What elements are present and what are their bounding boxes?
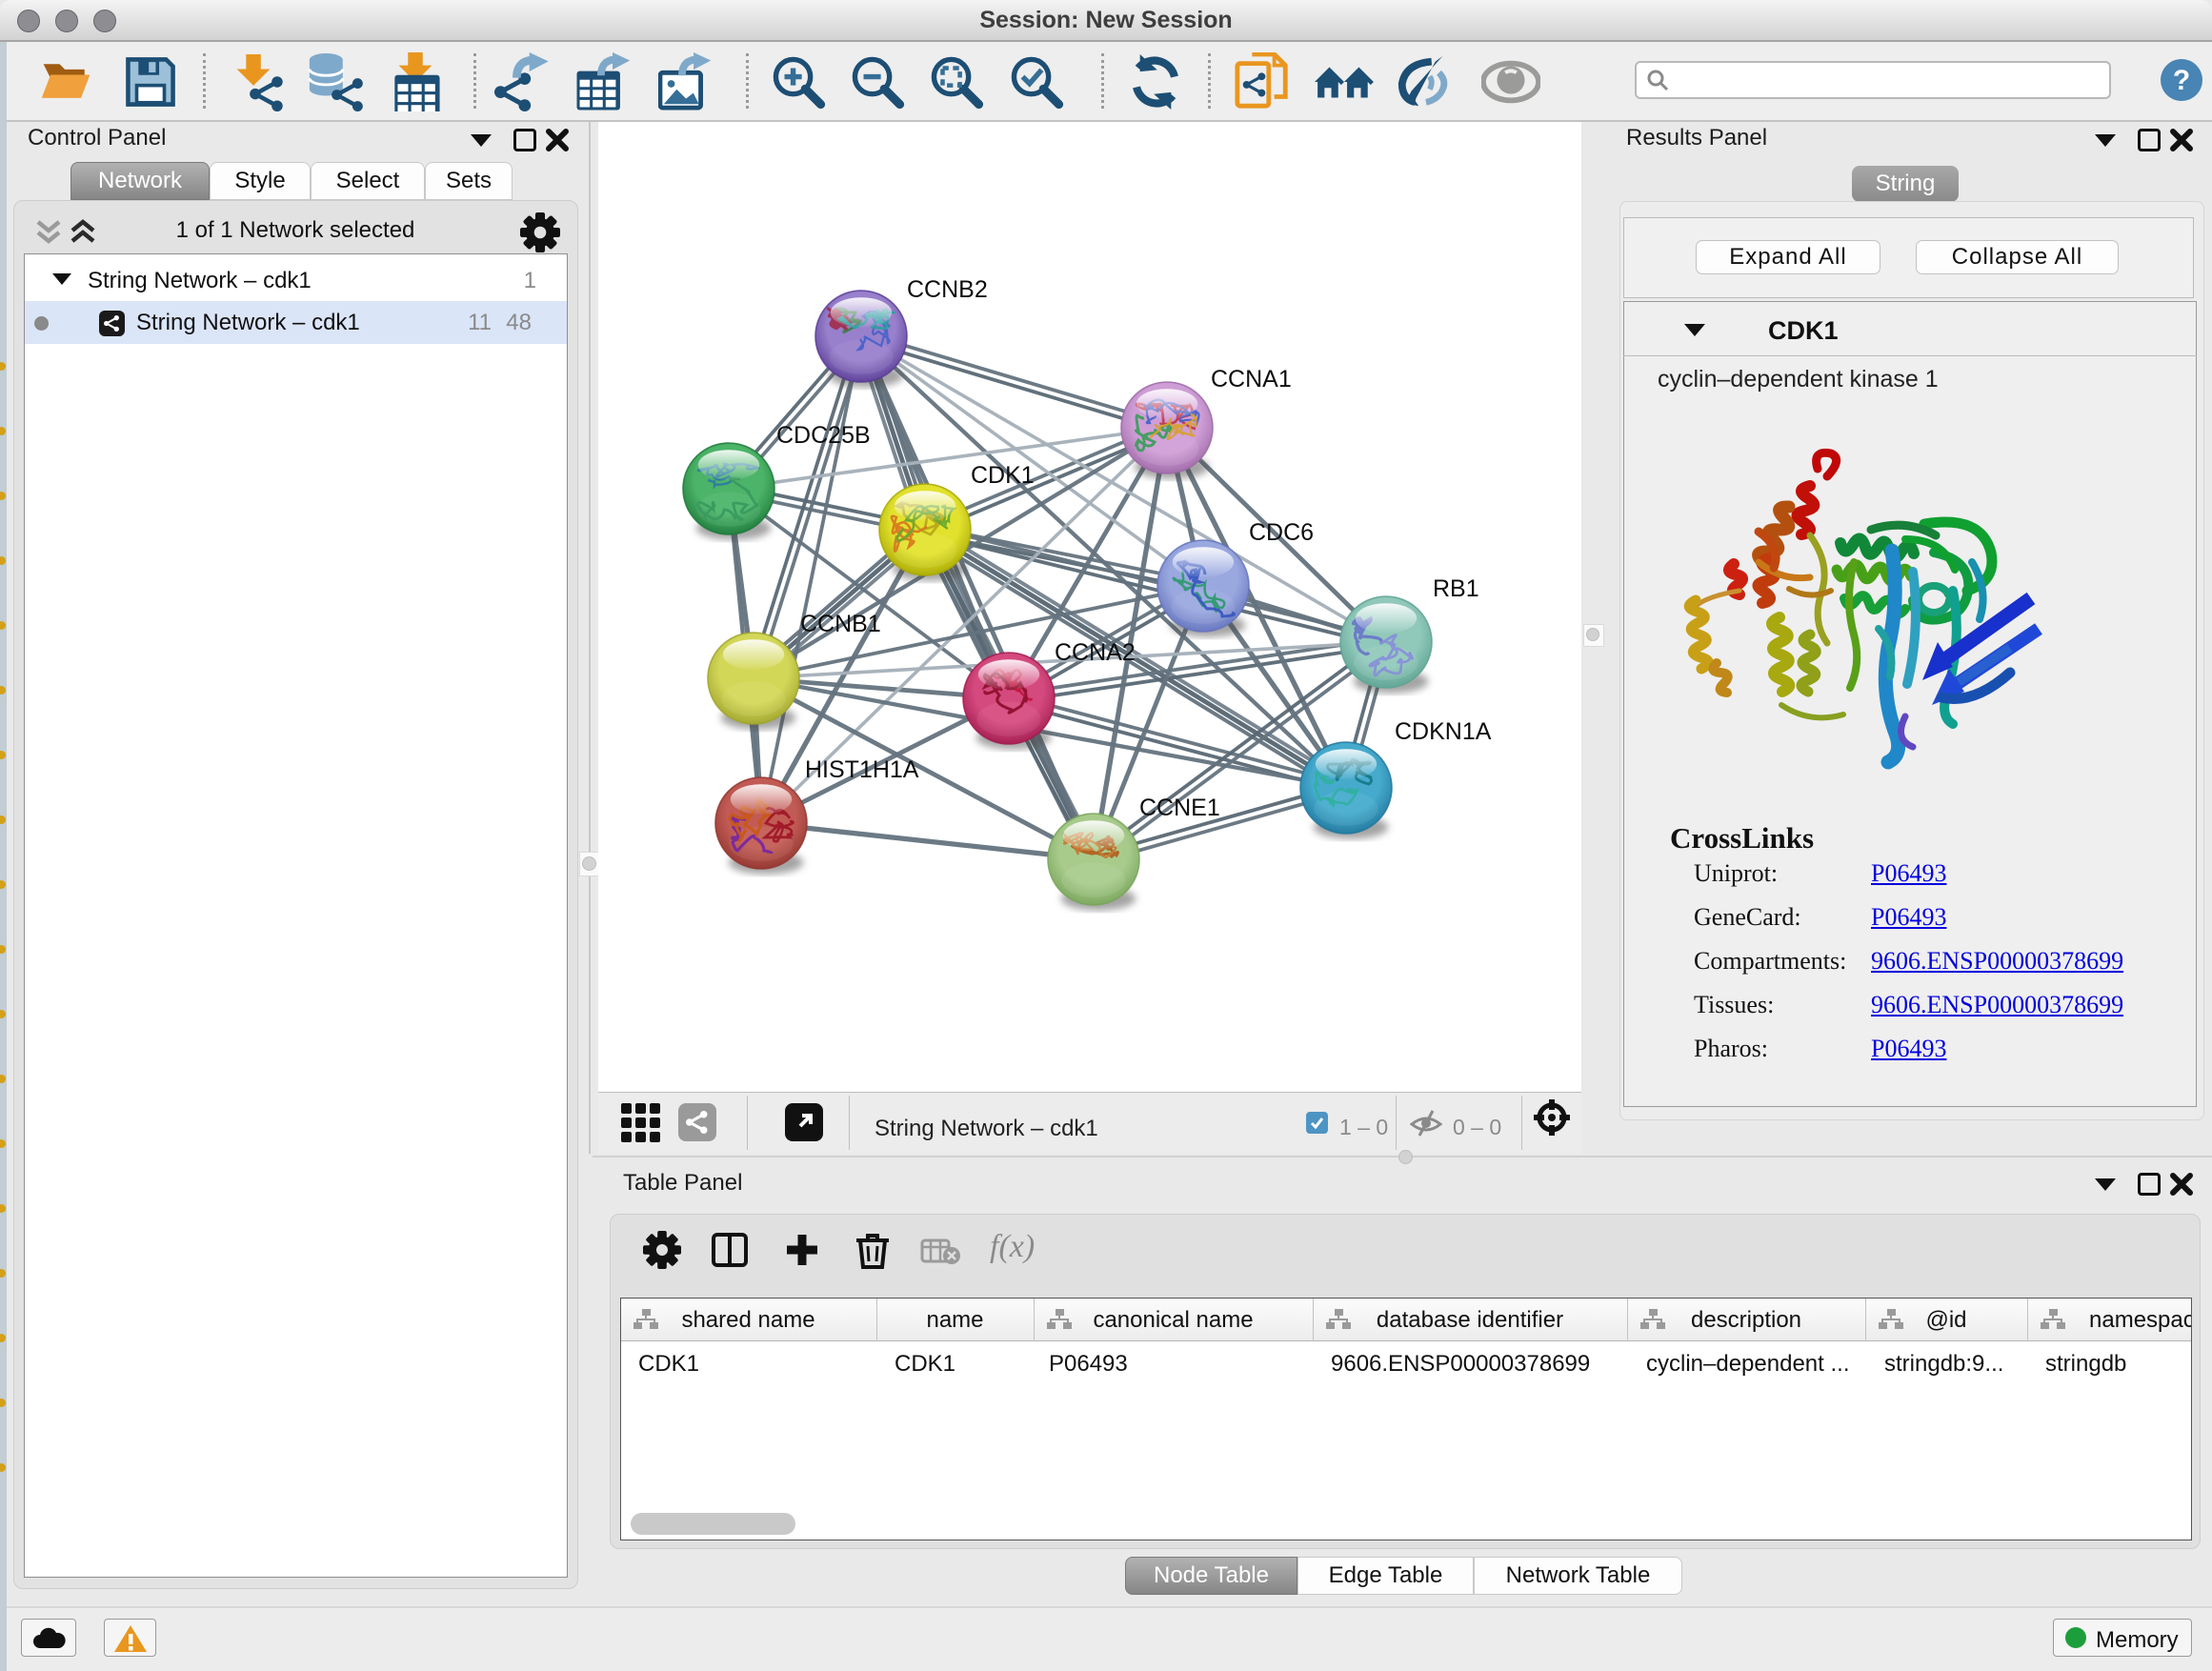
svg-text:CCNB2: CCNB2 <box>907 276 988 303</box>
svg-text:CCNA1: CCNA1 <box>1211 366 1292 393</box>
svg-text:CCNA2: CCNA2 <box>1055 639 1136 666</box>
svg-text:CCNB1: CCNB1 <box>800 611 881 637</box>
svg-text:CCNE1: CCNE1 <box>1139 795 1220 821</box>
svg-text:HIST1H1A: HIST1H1A <box>805 756 919 783</box>
svg-text:RB1: RB1 <box>1433 575 1479 602</box>
svg-text:CDC25B: CDC25B <box>776 422 871 449</box>
svg-text:CDC6: CDC6 <box>1249 519 1314 546</box>
svg-text:?: ? <box>2173 65 2190 96</box>
svg-text:CDK1: CDK1 <box>971 462 1035 489</box>
svg-text:CDKN1A: CDKN1A <box>1395 718 1492 745</box>
